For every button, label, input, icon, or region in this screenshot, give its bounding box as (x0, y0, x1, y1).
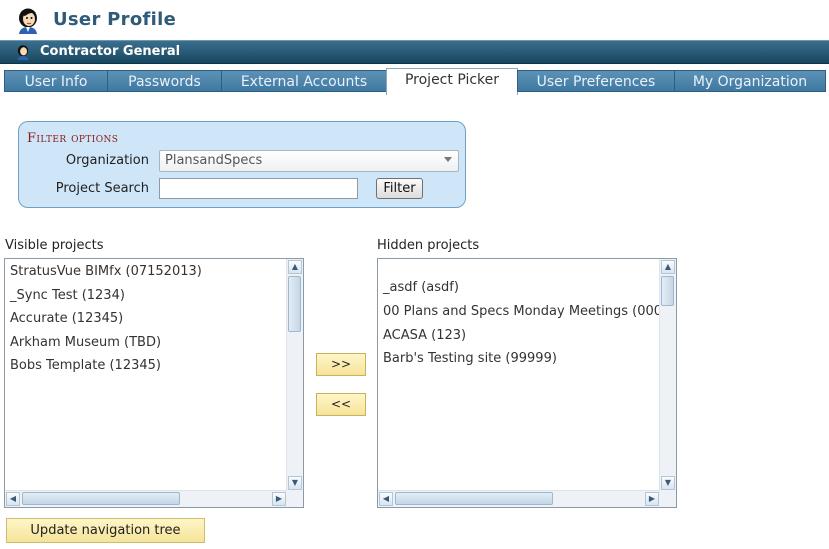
update-navigation-tree-button[interactable]: Update navigation tree (6, 518, 205, 543)
scrollbar-thumb[interactable] (661, 276, 674, 306)
page-title: User Profile (53, 9, 177, 30)
scroll-left-icon[interactable]: ◀ (6, 492, 20, 506)
scrollbar-thumb[interactable] (22, 492, 180, 505)
tab-user-info[interactable]: User Info (4, 70, 108, 92)
visible-projects-list[interactable]: StratusVue BIMfx (07152013) _Sync Test (… (4, 258, 304, 508)
organization-select[interactable]: PlansandSpecs (159, 150, 459, 172)
scrollbar-thumb[interactable] (395, 492, 553, 505)
scroll-right-icon[interactable]: ▶ (645, 492, 659, 506)
scroll-down-icon[interactable]: ▼ (288, 476, 302, 490)
filter-button[interactable]: Filter (376, 178, 423, 199)
tab-my-organization[interactable]: My Organization (674, 70, 826, 92)
tab-user-preferences[interactable]: User Preferences (517, 70, 675, 92)
list-item[interactable]: 00 Plans and Specs Monday Meetings (0000 (383, 304, 670, 319)
list-item[interactable]: Barb's Testing site (99999) (383, 351, 557, 366)
horizontal-scrollbar[interactable]: ◀ ▶ (378, 490, 660, 507)
horizontal-scrollbar[interactable]: ◀ ▶ (5, 490, 287, 507)
scroll-corner (287, 491, 303, 507)
vertical-scrollbar[interactable]: ▲ ▼ (659, 259, 676, 491)
profile-tabs: User Info Passwords External Accounts Pr… (4, 68, 828, 95)
scroll-left-icon[interactable]: ◀ (379, 492, 393, 506)
move-to-visible-button[interactable]: << (316, 393, 366, 416)
tab-external-accounts[interactable]: External Accounts (221, 70, 387, 92)
tab-passwords[interactable]: Passwords (107, 70, 222, 92)
list-item[interactable]: Arkham Museum (TBD) (10, 335, 161, 350)
user-role-label: Contractor General (40, 44, 181, 59)
user-role-band: Contractor General (0, 40, 829, 64)
list-item[interactable]: StratusVue BIMfx (07152013) (10, 264, 202, 279)
hidden-projects-label: Hidden projects (377, 238, 480, 253)
user-avatar-icon (16, 45, 30, 60)
tab-project-picker[interactable]: Project Picker (386, 68, 518, 95)
vertical-scrollbar[interactable]: ▲ ▼ (286, 259, 303, 491)
project-search-input[interactable] (159, 178, 358, 199)
scroll-down-icon[interactable]: ▼ (661, 476, 675, 490)
move-to-hidden-button[interactable]: >> (316, 353, 366, 376)
list-item[interactable]: _asdf (asdf) (383, 280, 459, 295)
visible-projects-label: Visible projects (5, 238, 104, 253)
scrollbar-thumb[interactable] (288, 276, 301, 332)
organization-label: Organization (65, 153, 149, 168)
scroll-corner (660, 491, 676, 507)
project-search-label: Project Search (55, 181, 149, 196)
filter-options-panel: Filter options Organization PlansandSpec… (18, 121, 466, 208)
list-item[interactable]: Accurate (12345) (10, 311, 123, 326)
scroll-up-icon[interactable]: ▲ (288, 260, 302, 274)
user-avatar-icon (16, 8, 40, 34)
filter-options-title: Filter options (27, 131, 119, 146)
scroll-right-icon[interactable]: ▶ (272, 492, 286, 506)
chevron-down-icon (444, 157, 452, 162)
scroll-up-icon[interactable]: ▲ (661, 260, 675, 274)
list-item[interactable]: Bobs Template (12345) (10, 358, 161, 373)
list-item[interactable]: ACASA (123) (383, 328, 466, 343)
organization-selected-value: PlansandSpecs (165, 153, 263, 168)
list-item[interactable]: _Sync Test (1234) (10, 288, 125, 303)
hidden-projects-list[interactable]: _asdf (asdf) 00 Plans and Specs Monday M… (377, 258, 677, 508)
